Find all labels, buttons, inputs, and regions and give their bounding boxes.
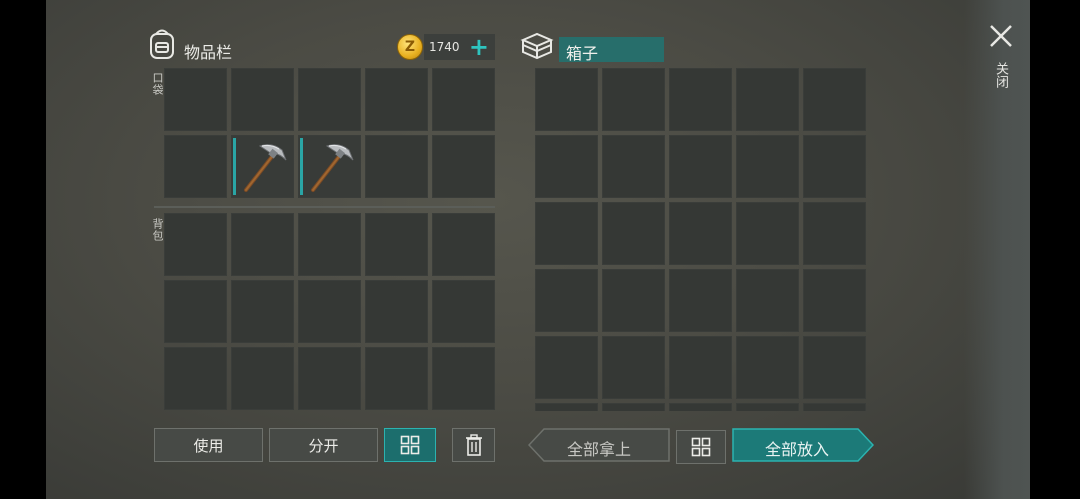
backpack-slot[interactable] xyxy=(298,280,361,343)
chest-slot[interactable] xyxy=(736,269,799,332)
chest-slot[interactable] xyxy=(803,68,866,131)
backpack-icon xyxy=(147,28,177,64)
backpack-slot[interactable] xyxy=(231,347,294,410)
pocket-slot[interactable] xyxy=(231,68,294,131)
backpack-slot[interactable] xyxy=(365,280,428,343)
sort-button[interactable] xyxy=(384,428,436,462)
chest-slot[interactable] xyxy=(669,336,732,399)
chest-slot[interactable] xyxy=(736,68,799,131)
chest-slot[interactable] xyxy=(535,135,598,198)
backpack-slot[interactable] xyxy=(164,280,227,343)
grid-sort-icon xyxy=(400,435,420,455)
chest-slot[interactable] xyxy=(736,403,799,411)
chest-slot[interactable] xyxy=(736,336,799,399)
game-screen: 物品栏 Z 1740 + 口袋 背包 箱子 关闭 使用 分开 全部拿上 全部放入 xyxy=(46,0,1030,499)
pocket-slot[interactable] xyxy=(298,68,361,131)
close-label[interactable]: 关闭 xyxy=(991,62,1010,88)
backpack-label: 背包 xyxy=(151,218,164,242)
chest-icon xyxy=(520,30,554,66)
backpack-slot[interactable] xyxy=(432,213,495,276)
pocket-slot[interactable] xyxy=(298,135,361,198)
backpack-slot[interactable] xyxy=(365,347,428,410)
pocket-slot[interactable] xyxy=(432,135,495,198)
coin-counter: 1740 + xyxy=(424,34,495,60)
take-all-button[interactable]: 全部拿上 xyxy=(528,428,670,462)
trash-icon xyxy=(465,434,482,456)
backpack-slot[interactable] xyxy=(164,347,227,410)
chest-slot[interactable] xyxy=(669,403,732,411)
backpack-slot[interactable] xyxy=(231,213,294,276)
backpack-slot[interactable] xyxy=(365,213,428,276)
chest-slot[interactable] xyxy=(803,336,866,399)
backpack-slot[interactable] xyxy=(298,213,361,276)
chest-slot[interactable] xyxy=(602,269,665,332)
use-button[interactable]: 使用 xyxy=(154,428,263,462)
pocket-slot[interactable] xyxy=(432,68,495,131)
inventory-title: 物品栏 xyxy=(184,43,233,62)
backpack-grid xyxy=(164,213,495,410)
section-divider xyxy=(154,206,495,208)
chest-slot[interactable] xyxy=(535,269,598,332)
trash-button[interactable] xyxy=(452,428,495,462)
chest-slot[interactable] xyxy=(669,68,732,131)
chest-slot[interactable] xyxy=(602,135,665,198)
split-button[interactable]: 分开 xyxy=(269,428,378,462)
chest-slot[interactable] xyxy=(602,202,665,265)
coin-amount: 1740 xyxy=(429,40,460,54)
chest-slot[interactable] xyxy=(736,135,799,198)
chest-slot[interactable] xyxy=(602,336,665,399)
backpack-slot[interactable] xyxy=(432,347,495,410)
chest-slot[interactable] xyxy=(803,403,866,411)
chest-title: 箱子 xyxy=(566,44,599,63)
z-coin-icon: Z xyxy=(397,34,423,60)
pocket-slot[interactable] xyxy=(164,135,227,198)
chest-sort-button[interactable] xyxy=(676,430,726,464)
pocket-label: 口袋 xyxy=(151,72,164,96)
chest-slot[interactable] xyxy=(736,202,799,265)
chest-slot[interactable] xyxy=(535,68,598,131)
pocket-slot[interactable] xyxy=(164,68,227,131)
put-all-button[interactable]: 全部放入 xyxy=(732,428,874,462)
chest-slot[interactable] xyxy=(803,202,866,265)
backpack-slot[interactable] xyxy=(164,213,227,276)
backpack-slot[interactable] xyxy=(432,280,495,343)
chest-slot[interactable] xyxy=(803,135,866,198)
chest-grid xyxy=(535,68,867,411)
backpack-slot[interactable] xyxy=(298,347,361,410)
chest-slot[interactable] xyxy=(602,403,665,411)
chest-title-bar: 箱子 xyxy=(559,37,664,63)
chest-slot[interactable] xyxy=(803,269,866,332)
pocket-slot[interactable] xyxy=(365,135,428,198)
chest-slot[interactable] xyxy=(535,336,598,399)
chest-slot[interactable] xyxy=(669,202,732,265)
chest-slot[interactable] xyxy=(669,269,732,332)
chest-slot[interactable] xyxy=(602,68,665,131)
close-icon[interactable] xyxy=(987,22,1015,50)
grid-sort-icon xyxy=(691,437,711,457)
pocket-slot[interactable] xyxy=(365,68,428,131)
pocket-slot[interactable] xyxy=(231,135,294,198)
take-all-label: 全部拿上 xyxy=(566,440,631,459)
put-all-label: 全部放入 xyxy=(764,440,829,459)
pocket-grid xyxy=(164,68,495,198)
chest-slot[interactable] xyxy=(535,403,598,411)
chest-slot[interactable] xyxy=(669,135,732,198)
backpack-slot[interactable] xyxy=(231,280,294,343)
chest-slot[interactable] xyxy=(535,202,598,265)
plus-icon[interactable]: + xyxy=(469,34,489,60)
